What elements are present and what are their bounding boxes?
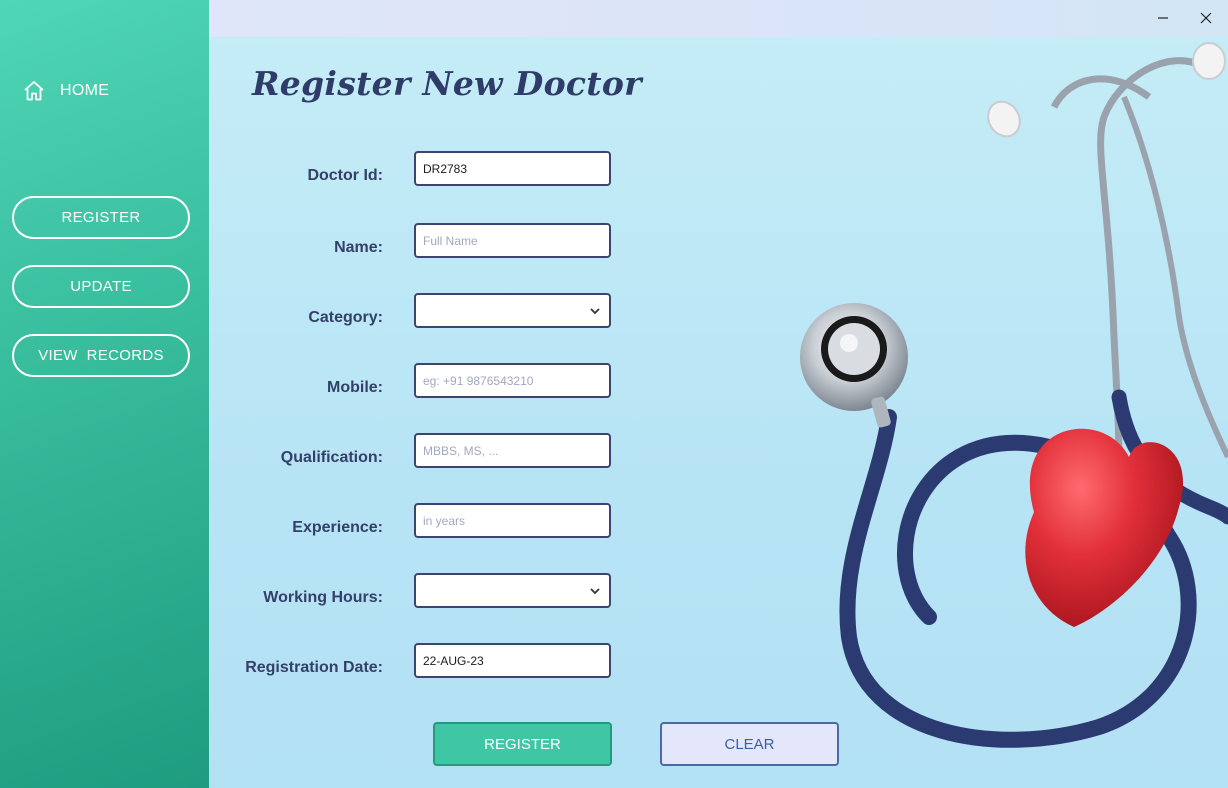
home-label: HOME <box>60 82 110 99</box>
stethoscope-heart-image <box>800 42 1228 748</box>
sidebar-register-button[interactable]: REGISTER <box>12 196 190 239</box>
mobile-input[interactable] <box>416 365 603 396</box>
sidebar-update-button[interactable]: UPDATE <box>12 265 190 308</box>
chevron-down-icon <box>590 588 600 595</box>
name-field[interactable] <box>414 223 611 258</box>
register-button[interactable]: REGISTER <box>433 722 612 766</box>
experience-label: Experience: <box>292 519 383 536</box>
sidebar-register-label: REGISTER <box>61 209 141 226</box>
home-nav-item[interactable]: HOME <box>22 78 109 104</box>
registration-date-label: Registration Date: <box>245 659 383 676</box>
clear-button-label: CLEAR <box>724 735 775 753</box>
registration-date-field[interactable] <box>414 643 611 678</box>
register-button-label: REGISTER <box>484 735 561 753</box>
name-label: Name: <box>334 239 383 256</box>
title-bar <box>209 0 1228 37</box>
page-title: Register New Doctor <box>252 64 642 103</box>
sidebar-view-records-label: VIEW RECORDS <box>38 347 164 364</box>
sidebar-view-records-button[interactable]: VIEW RECORDS <box>12 334 190 377</box>
close-icon <box>1200 12 1212 24</box>
minimize-button[interactable] <box>1153 8 1173 28</box>
doctor-id-field[interactable] <box>414 151 611 186</box>
home-icon <box>24 81 44 101</box>
working-hours-dropdown[interactable] <box>414 573 611 608</box>
app-window: HOME REGISTER UPDATE VIEW RECORDS Regist… <box>0 0 1228 788</box>
name-input[interactable] <box>416 225 603 256</box>
qualification-label: Qualification: <box>280 449 383 466</box>
mobile-field[interactable] <box>414 363 611 398</box>
main-panel: Register New Doctor Doctor Id: Name: Cat… <box>209 0 1228 788</box>
category-dropdown[interactable] <box>414 293 611 328</box>
clear-button[interactable]: CLEAR <box>660 722 839 766</box>
doctor-id-input[interactable] <box>416 153 603 184</box>
qualification-input[interactable] <box>416 435 603 466</box>
experience-input[interactable] <box>416 505 603 536</box>
doctor-id-label: Doctor Id: <box>307 167 383 184</box>
working-hours-label: Working Hours: <box>263 589 383 606</box>
close-button[interactable] <box>1196 8 1216 28</box>
sidebar: HOME REGISTER UPDATE VIEW RECORDS <box>0 0 209 788</box>
chevron-down-icon <box>590 308 600 315</box>
sidebar-update-label: UPDATE <box>70 278 132 295</box>
mobile-label: Mobile: <box>327 379 383 396</box>
experience-field[interactable] <box>414 503 611 538</box>
registration-date-input[interactable] <box>416 645 603 676</box>
minimize-icon <box>1158 17 1168 19</box>
category-label: Category: <box>308 309 383 326</box>
qualification-field[interactable] <box>414 433 611 468</box>
